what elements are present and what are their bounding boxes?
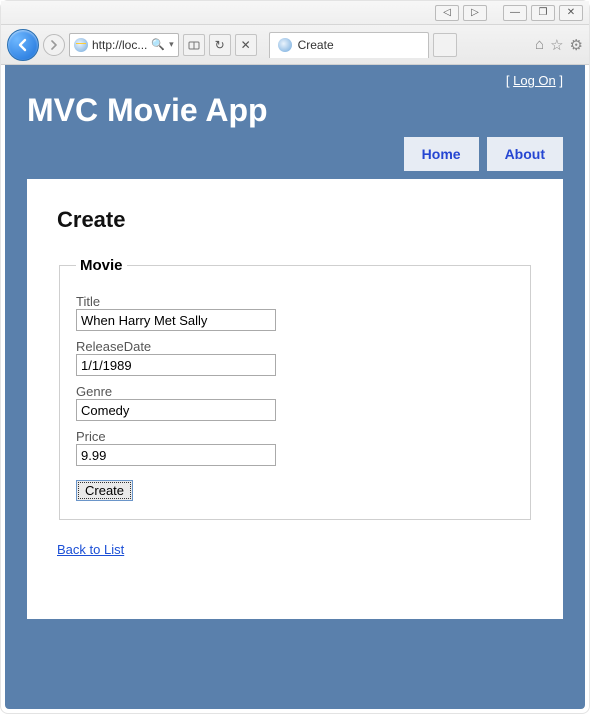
nav-about[interactable]: About: [487, 137, 563, 171]
input-releasedate[interactable]: [76, 354, 276, 376]
close-window-button[interactable]: ✕: [559, 5, 583, 21]
back-to-list-link[interactable]: Back to List: [57, 542, 124, 557]
restore-button[interactable]: ❐: [531, 5, 555, 21]
ie-icon: [74, 38, 88, 52]
search-icon: 🔍: [151, 38, 165, 51]
movie-fieldset: Movie Title ReleaseDate Genre Price: [59, 257, 531, 520]
main-nav: Home About: [5, 137, 585, 179]
label-price: Price: [76, 429, 514, 444]
tools-icon[interactable]: ⚙: [570, 36, 583, 54]
app-title: MVC Movie App: [5, 88, 585, 137]
stop-button[interactable]: ✕: [235, 34, 257, 56]
create-button[interactable]: [76, 480, 133, 501]
minimize-button[interactable]: —: [503, 5, 527, 21]
tab-title: Create: [298, 38, 334, 52]
browser-toolbar: http://loc... 🔍 ▾ ↻ ✕ Create ⌂ ☆ ⚙: [1, 25, 589, 65]
new-tab-button[interactable]: [433, 33, 457, 57]
tab-create[interactable]: Create: [269, 32, 429, 58]
dropdown-icon[interactable]: ▾: [169, 39, 174, 50]
favorites-icon[interactable]: ☆: [550, 36, 563, 54]
label-genre: Genre: [76, 384, 514, 399]
page-viewport: [ Log On ] MVC Movie App Home About Crea…: [5, 65, 585, 709]
input-genre[interactable]: [76, 399, 276, 421]
home-icon[interactable]: ⌂: [535, 36, 544, 53]
label-title: Title: [76, 294, 514, 309]
titlebar-prev-button[interactable]: ◁: [435, 5, 459, 21]
label-releasedate: ReleaseDate: [76, 339, 514, 354]
address-bar[interactable]: http://loc... 🔍 ▾: [69, 33, 179, 57]
titlebar-next-button[interactable]: ▷: [463, 5, 487, 21]
window-titlebar: ◁ ▷ — ❐ ✕: [1, 1, 589, 25]
url-text: http://loc...: [92, 38, 147, 52]
refresh-button[interactable]: ↻: [209, 34, 231, 56]
ie-icon: [278, 38, 292, 52]
input-title[interactable]: [76, 309, 276, 331]
logon-area: [ Log On ]: [5, 65, 585, 88]
compat-view-button[interactable]: [183, 34, 205, 56]
main-content: Create Movie Title ReleaseDate Genre Pri…: [27, 179, 563, 619]
page-heading: Create: [57, 207, 533, 233]
forward-button[interactable]: [43, 34, 65, 56]
fieldset-legend: Movie: [76, 257, 127, 274]
logon-link[interactable]: Log On: [513, 73, 556, 88]
tab-strip: Create: [269, 31, 457, 59]
input-price[interactable]: [76, 444, 276, 466]
back-button[interactable]: [7, 29, 39, 61]
nav-home[interactable]: Home: [404, 137, 479, 171]
